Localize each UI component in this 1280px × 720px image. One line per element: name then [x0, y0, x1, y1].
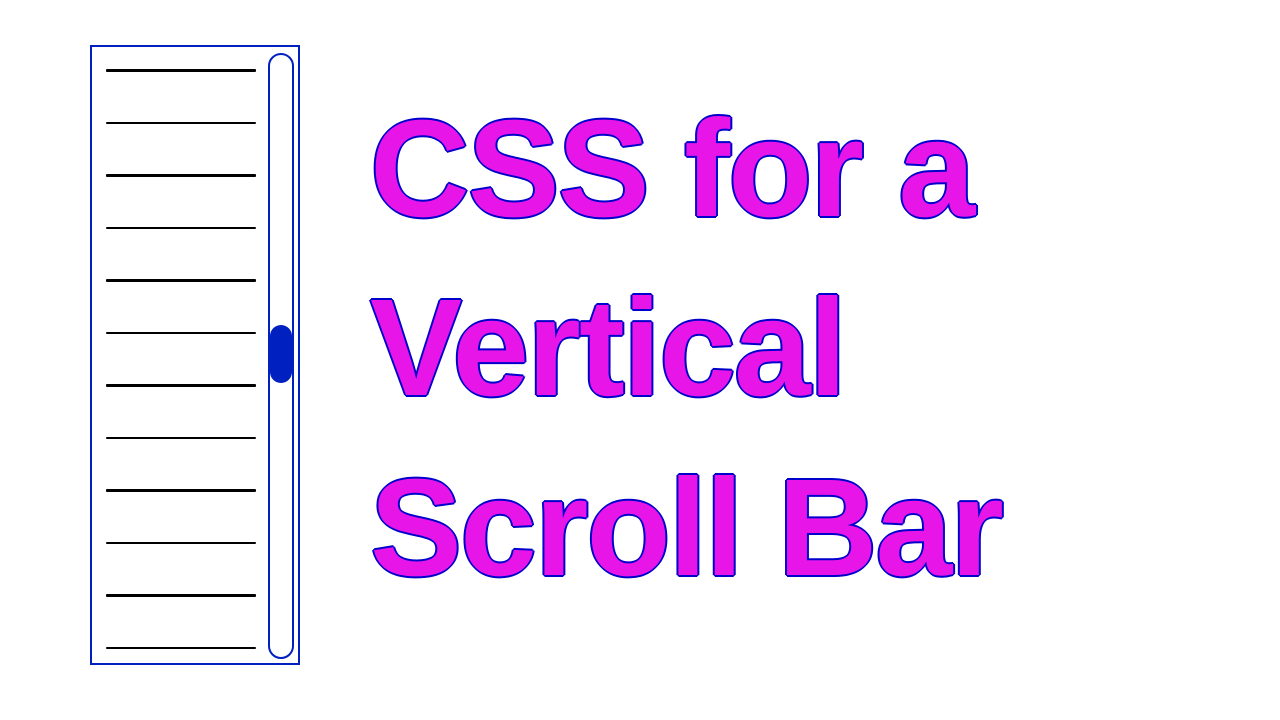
- content-line: [106, 542, 256, 545]
- content-lines-area: [106, 69, 256, 649]
- content-line: [106, 594, 256, 597]
- content-line: [106, 332, 256, 335]
- content-line: [106, 227, 256, 230]
- content-line: [106, 384, 256, 387]
- title-line-3: Scroll Bar: [370, 451, 1002, 605]
- scrollbar-thumb[interactable]: [270, 325, 292, 383]
- title-heading: CSS for a Vertical Scroll Bar: [370, 80, 1250, 618]
- content-line: [106, 174, 256, 177]
- scrollbar-track[interactable]: [268, 53, 294, 659]
- scroll-container-diagram: [90, 45, 300, 665]
- content-line: [106, 489, 256, 492]
- content-line: [106, 647, 256, 650]
- content-line: [106, 122, 256, 125]
- content-line: [106, 437, 256, 440]
- content-line: [106, 279, 256, 282]
- content-line: [106, 69, 256, 72]
- title-line-2: Vertical: [370, 271, 845, 425]
- title-line-1: CSS for a: [370, 92, 973, 246]
